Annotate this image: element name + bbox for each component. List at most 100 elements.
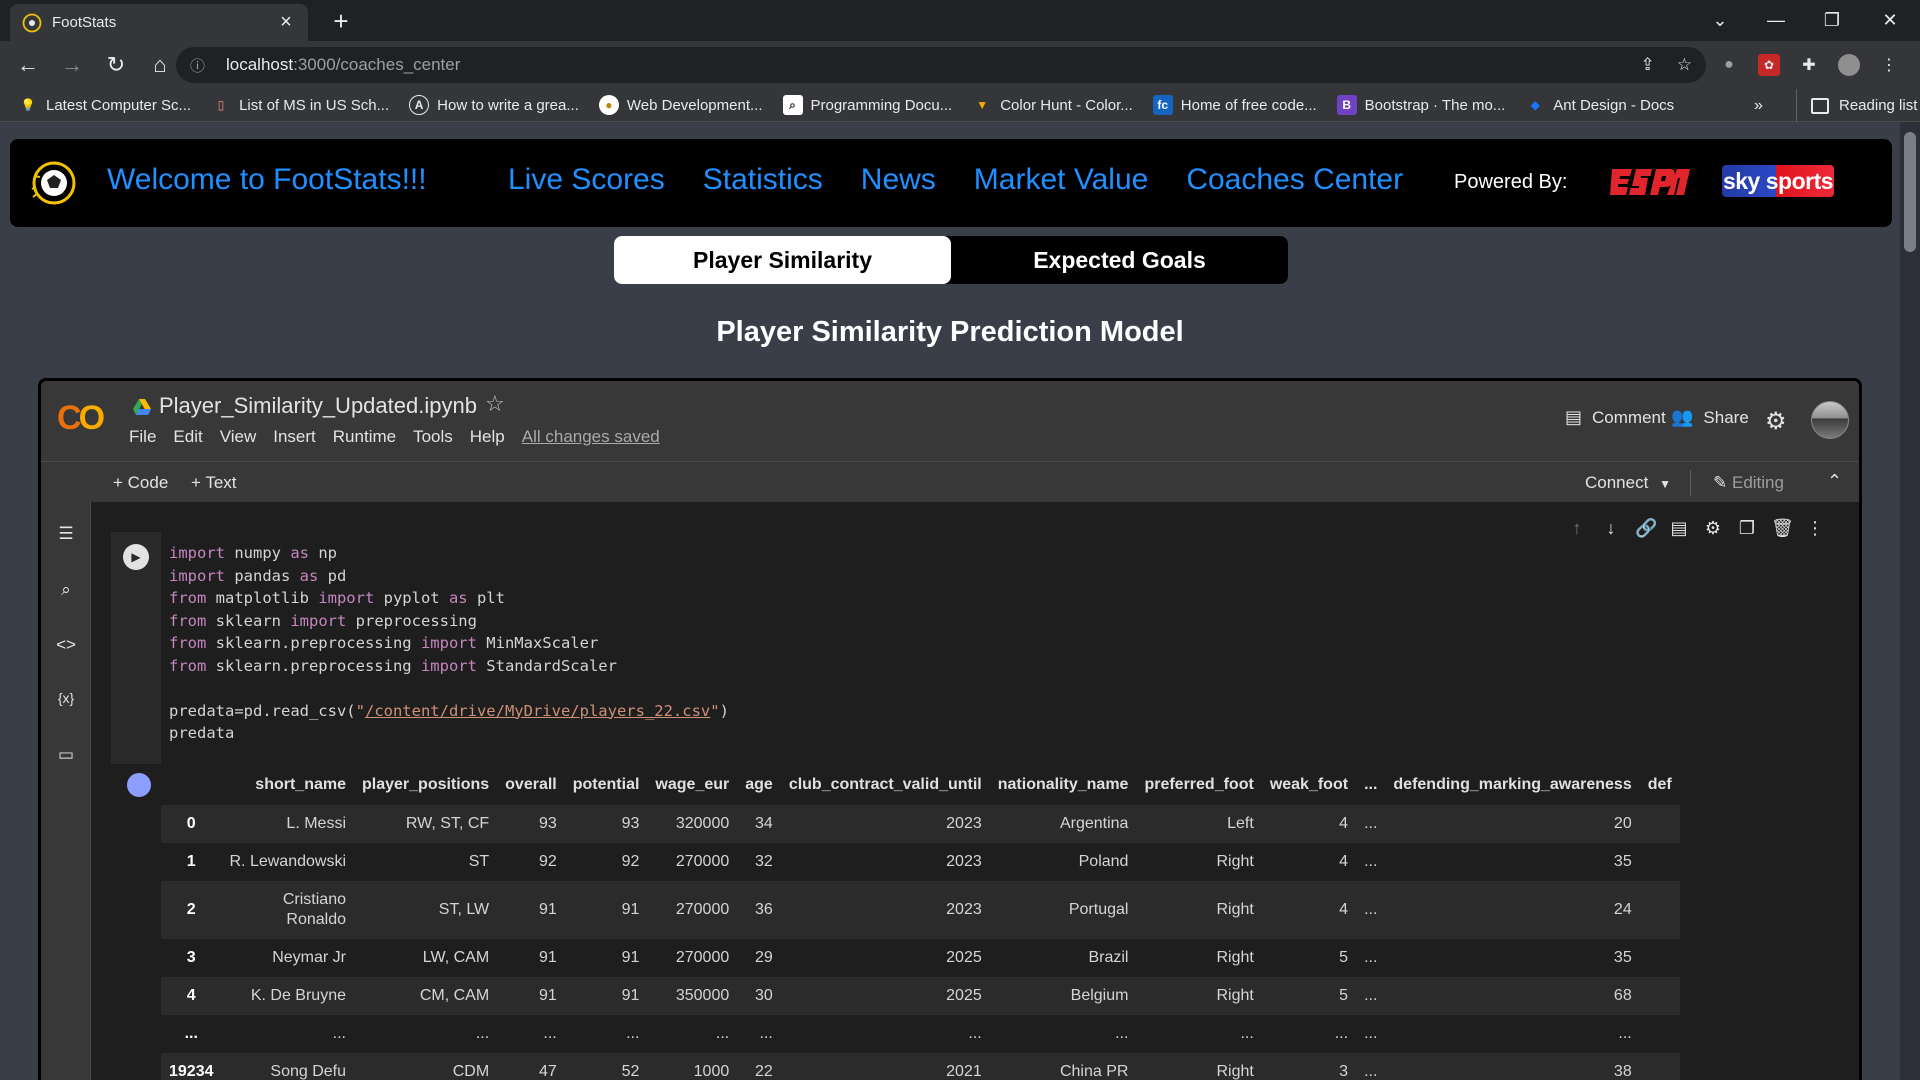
- more-bookmarks-icon[interactable]: »: [1754, 89, 1763, 122]
- ant-design-icon: ◆: [1530, 98, 1540, 112]
- table-cell: ...: [1115, 1025, 1129, 1042]
- notebook-filename[interactable]: Player_Similarity_Updated.ipynb: [159, 393, 477, 419]
- nav-statistics[interactable]: Statistics: [703, 163, 823, 197]
- scrollbar-thumb[interactable]: [1904, 132, 1916, 252]
- extension-red-icon[interactable]: ✿: [1758, 54, 1780, 76]
- minimize-icon[interactable]: —: [1748, 0, 1804, 41]
- comment-cell-icon[interactable]: ▤: [1669, 518, 1689, 539]
- reading-list[interactable]: Reading list: [1796, 89, 1917, 122]
- collapse-header-icon[interactable]: ⌃: [1827, 471, 1842, 492]
- table-cell: CDM: [354, 1053, 498, 1080]
- add-text-button[interactable]: + Text: [191, 473, 237, 493]
- home-icon[interactable]: ⌂: [144, 49, 176, 81]
- code-snippets-icon[interactable]: <>: [55, 635, 77, 657]
- menu-insert[interactable]: Insert: [273, 427, 316, 447]
- editing-mode-button[interactable]: ✎ Editing: [1713, 473, 1784, 493]
- bookmark-item[interactable]: fc Home of free code...: [1152, 95, 1317, 115]
- bookmark-star-icon[interactable]: ☆: [1677, 55, 1692, 75]
- bookmark-item[interactable]: A How to write a grea...: [409, 95, 579, 115]
- column-header: age: [745, 776, 773, 793]
- table-cell: ...: [543, 1025, 557, 1042]
- mirror-cell-icon[interactable]: ❐: [1737, 518, 1757, 539]
- bookmark-item[interactable]: ● Web Development...: [598, 95, 763, 115]
- share-button[interactable]: 👥 Share: [1671, 407, 1749, 428]
- welcome-heading: Welcome to FootStats!!!: [107, 163, 427, 196]
- bookmark-item[interactable]: ⌕ Programming Docu...: [782, 95, 952, 115]
- new-tab-icon[interactable]: +: [326, 6, 356, 37]
- close-window-icon[interactable]: ✕: [1862, 0, 1918, 41]
- search-icon[interactable]: ⌕: [55, 580, 77, 602]
- delete-cell-icon[interactable]: 🗑: [1771, 518, 1794, 539]
- table-of-contents-icon[interactable]: ☰: [55, 524, 77, 546]
- menu-view[interactable]: View: [220, 427, 257, 447]
- google-drive-icon[interactable]: [133, 399, 151, 415]
- bookmark-item[interactable]: ▯ List of MS in US Sch...: [211, 95, 389, 115]
- menu-help[interactable]: Help: [470, 427, 505, 447]
- table-cell: 5: [1339, 949, 1349, 966]
- address-bar[interactable]: ⓘ localhost:3000/coaches_center ⇪ ☆: [176, 47, 1706, 83]
- close-tab-icon[interactable]: ×: [276, 11, 296, 34]
- nav-live-scores[interactable]: Live Scores: [508, 163, 665, 197]
- footstats-logo-icon[interactable]: [30, 159, 78, 207]
- menu-runtime[interactable]: Runtime: [333, 427, 396, 447]
- column-header: [161, 765, 222, 805]
- nav-coaches-center[interactable]: Coaches Center: [1186, 163, 1403, 197]
- reading-list-label: Reading list: [1839, 97, 1918, 114]
- table-cell: 34: [737, 805, 781, 843]
- move-up-icon[interactable]: ↑: [1567, 518, 1587, 539]
- comment-button[interactable]: ▤ Comment: [1565, 407, 1666, 428]
- settings-gear-icon[interactable]: ⚙: [1765, 407, 1787, 436]
- menu-file[interactable]: File: [129, 427, 156, 447]
- table-cell: Neymar Jr: [272, 949, 346, 966]
- menu-edit[interactable]: Edit: [173, 427, 202, 447]
- cell-settings-icon[interactable]: ⚙: [1703, 518, 1723, 539]
- table-cell: 35: [1613, 853, 1632, 870]
- browser-menu-icon[interactable]: ⋮: [1878, 54, 1900, 76]
- profile-avatar-icon[interactable]: [1838, 54, 1860, 76]
- variables-icon[interactable]: {x}: [55, 690, 77, 712]
- site-info-icon[interactable]: ⓘ: [190, 55, 212, 76]
- cell-more-icon[interactable]: ⋮: [1805, 518, 1825, 539]
- table-cell: 35: [1613, 949, 1632, 966]
- bookmark-item[interactable]: ◆ Ant Design - Docs: [1525, 95, 1675, 115]
- star-notebook-icon[interactable]: ☆: [485, 391, 505, 417]
- browser-tab[interactable]: FootStats ×: [10, 4, 308, 41]
- reload-icon[interactable]: ↻: [100, 49, 132, 81]
- back-icon[interactable]: ←: [12, 49, 44, 81]
- table-cell: Belgium: [989, 977, 1137, 1015]
- colab-logo-icon[interactable]: CO: [57, 399, 105, 438]
- move-down-icon[interactable]: ↓: [1601, 518, 1621, 539]
- bookmark-item[interactable]: 💡 Latest Computer Sc...: [18, 95, 192, 115]
- table-row: 4 K. De Bruyne CM, CAM 91 91 350000 30 2025 Belg…: [161, 977, 1680, 1015]
- code-editor[interactable]: import numpy as np import pandas as pd f…: [169, 542, 729, 745]
- link-icon[interactable]: 🔗: [1635, 518, 1657, 539]
- menu-tools[interactable]: Tools: [413, 427, 453, 447]
- bookmark-label: Ant Design - Docs: [1553, 96, 1675, 114]
- table-cell: ...: [1618, 1025, 1632, 1042]
- forward-icon[interactable]: →: [56, 49, 88, 81]
- bookmark-item[interactable]: ▼ Color Hunt - Color...: [972, 95, 1133, 115]
- save-status[interactable]: All changes saved: [522, 427, 660, 447]
- browser-toolbar: ← → ↻ ⌂ ⓘ localhost:3000/coaches_center …: [0, 41, 1920, 89]
- table-cell: 270000: [647, 881, 738, 939]
- user-avatar[interactable]: [1811, 401, 1849, 439]
- bookmark-item[interactable]: B Bootstrap · The mo...: [1336, 95, 1505, 115]
- connect-button[interactable]: Connect ▼: [1585, 473, 1671, 493]
- nav-news[interactable]: News: [861, 163, 936, 197]
- extensions-puzzle-icon[interactable]: ✚: [1798, 54, 1820, 76]
- add-code-button[interactable]: + Code: [113, 473, 168, 493]
- nav-market-value[interactable]: Market Value: [974, 163, 1149, 197]
- extension-mic-icon[interactable]: ●: [1718, 54, 1740, 76]
- files-folder-icon[interactable]: ▭: [55, 745, 77, 767]
- table-cell: ...: [1334, 1025, 1349, 1042]
- page-scrollbar[interactable]: [1900, 122, 1920, 1080]
- tab-search-icon[interactable]: ⌄: [1692, 0, 1748, 41]
- site-navbar: Welcome to FootStats!!! Live Scores Stat…: [10, 139, 1892, 227]
- tab-player-similarity[interactable]: Player Similarity: [614, 236, 951, 284]
- run-cell-icon[interactable]: ▶: [123, 544, 149, 570]
- tab-expected-goals[interactable]: Expected Goals: [951, 236, 1288, 284]
- share-page-icon[interactable]: ⇪: [1641, 55, 1655, 75]
- restore-icon[interactable]: ❐: [1804, 0, 1860, 41]
- column-header: defending_marking_awareness: [1393, 776, 1632, 793]
- code-cell[interactable]: ▶ ↑ ↓ 🔗 ▤ ⚙ ❐ 🗑 ⋮ import numpy as np imp…: [111, 518, 1859, 764]
